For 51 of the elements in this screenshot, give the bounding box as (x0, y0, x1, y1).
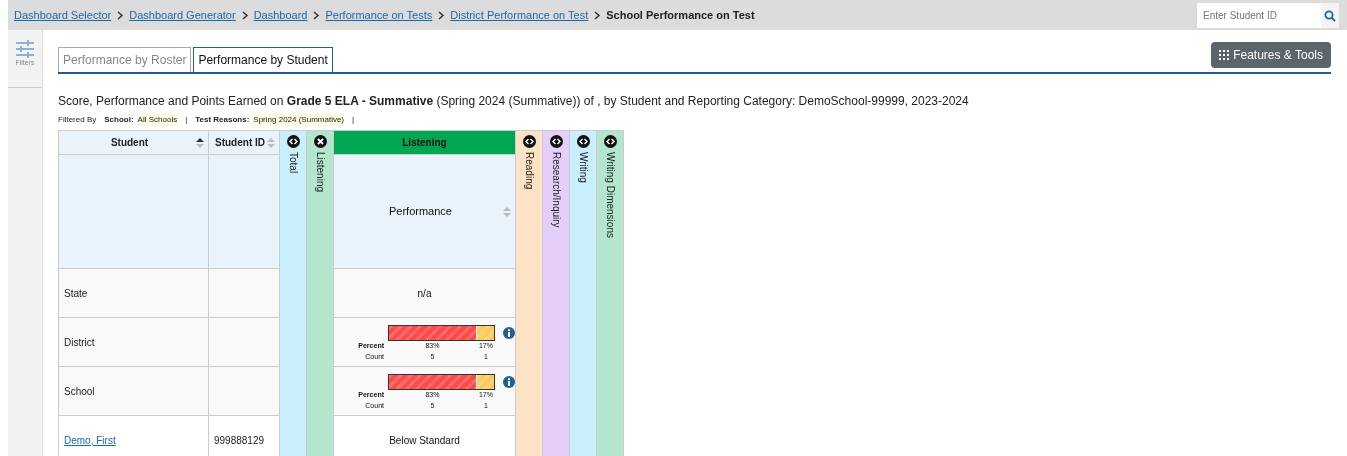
filter-value: Spring 2024 (Summative) (253, 114, 345, 126)
chevron-icon (116, 10, 125, 20)
filter-divider: | (352, 114, 355, 126)
info-icon[interactable] (503, 327, 515, 339)
breadcrumb-link[interactable]: Dashboard Selector (14, 6, 112, 24)
tab[interactable]: Performance by Student (193, 47, 333, 72)
chevron-icon (437, 10, 446, 20)
grid-icon (1219, 50, 1230, 60)
sliders-icon (15, 40, 35, 58)
row-label: District (64, 336, 95, 348)
category-label[interactable]: Reading (521, 152, 537, 190)
expand-icon[interactable] (522, 135, 536, 148)
filter-value: All Schools (137, 114, 178, 126)
expand-icon[interactable] (603, 135, 617, 148)
column-header[interactable]: Performance (338, 203, 503, 220)
breadcrumb-link[interactable]: District Performance on Test (450, 6, 589, 24)
student-id: 999888129 (214, 434, 265, 446)
expand-icon[interactable] (576, 135, 590, 148)
category-header: Listening (333, 130, 516, 155)
chevron-icon (240, 10, 249, 20)
category-label[interactable]: Total (285, 152, 301, 174)
filter-divider: | (185, 114, 188, 126)
row-label: State (64, 287, 88, 299)
student-link[interactable]: Demo, First (64, 434, 116, 446)
category-label[interactable]: Listening (312, 152, 328, 193)
expand-icon[interactable] (549, 135, 563, 148)
breadcrumb-link[interactable]: Dashboard (253, 6, 308, 24)
category-label[interactable]: Writing Dimensions (602, 152, 618, 238)
performance-value: n/a (417, 287, 432, 299)
chevron-icon (593, 10, 602, 20)
breadcrumb-link[interactable]: Performance on Tests (325, 6, 433, 24)
info-icon[interactable] (503, 376, 515, 388)
breadcrumb-current: School Performance on Test (606, 7, 755, 23)
close-icon[interactable] (313, 135, 327, 148)
features-tools-button[interactable]: Features & Tools (1211, 42, 1331, 68)
filter-name: Test Reasons: (195, 114, 250, 126)
student-id-field[interactable]: Enter Student ID (1197, 2, 1321, 28)
filter-name: School: (104, 114, 134, 126)
breadcrumb-link[interactable]: Dashboard Generator (129, 6, 236, 24)
chevron-icon (312, 10, 321, 20)
search-icon (1324, 9, 1336, 22)
category-label[interactable]: Writing (575, 152, 591, 183)
filter-label: Filtered By (58, 114, 97, 126)
report-title: Score, Performance and Points Earned on Grade 5 ELA - Summative (Spring 2024 (Summative)) of , by Student and Reporting Category: DemoSchool-99999, 2023-2024 (58, 93, 970, 110)
search-button[interactable] (1321, 2, 1339, 28)
row-label: School (64, 385, 95, 397)
expand-icon[interactable] (286, 135, 300, 148)
sort-icon (503, 206, 511, 217)
category-label[interactable]: Research/Inquiry (548, 152, 564, 228)
tab[interactable]: Performance by Roster (58, 47, 192, 72)
performance-value: Below Standard (389, 434, 460, 446)
